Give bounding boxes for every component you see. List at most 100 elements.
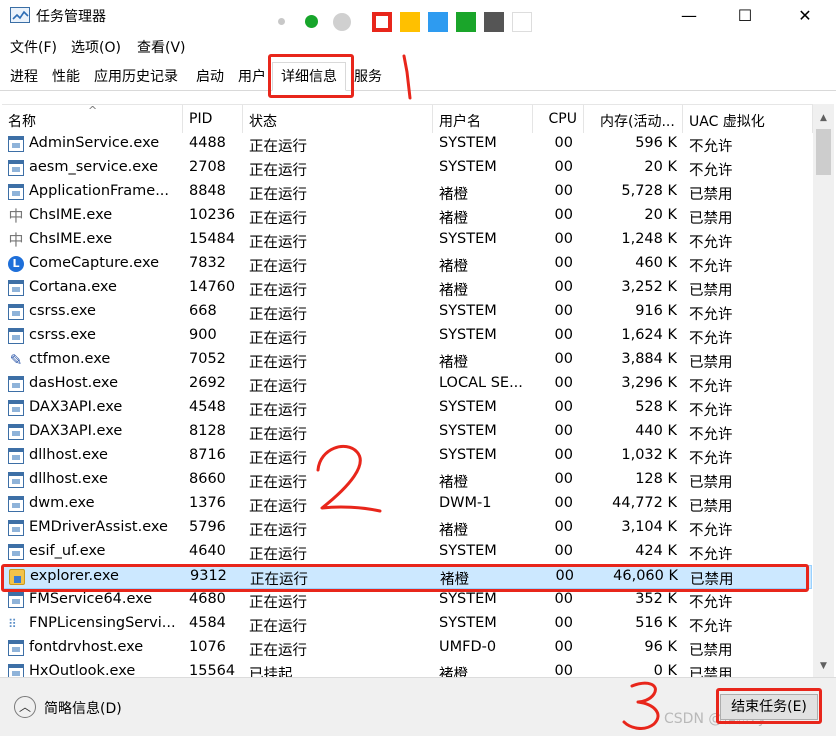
column-header-memory[interactable]: 内存(活动...	[584, 105, 683, 133]
table-row[interactable]: ApplicationFrame... 8848 正在运行 褚橙 00 5,728 K 已禁…	[2, 181, 812, 205]
table-row[interactable]: csrss.exe 668 正在运行 SYSTEM 00 916 K 不允许	[2, 301, 812, 325]
task-manager-icon	[10, 7, 30, 23]
scroll-up-arrow-icon[interactable]: ▲	[813, 110, 834, 127]
process-mem: 20 K	[644, 159, 677, 175]
table-row[interactable]: ⠿ FNPLicensingServi... 4584 正在运行 SYSTEM 00 516…	[2, 613, 812, 637]
column-header-uac[interactable]: UAC 虚拟化	[683, 105, 813, 133]
generic-app-icon	[8, 664, 24, 677]
table-row[interactable]: 中 ChsIME.exe 15484 正在运行 SYSTEM 00 1,248 K 不允许	[2, 229, 812, 253]
column-header-pid[interactable]: PID	[183, 105, 243, 133]
process-name: csrss.exe	[29, 327, 96, 343]
swatch-blue[interactable]	[428, 12, 448, 32]
chevron-up-icon[interactable]: ︿	[14, 696, 36, 718]
tab-app-history[interactable]: 应用历史记录	[94, 66, 178, 86]
table-row[interactable]: dllhost.exe 8660 正在运行 褚橙 00 128 K 已禁用	[2, 469, 812, 493]
generic-app-icon	[8, 400, 24, 416]
process-cpu: 00	[554, 327, 573, 343]
process-user: 褚橙	[439, 355, 468, 371]
column-header-username[interactable]: 用户名	[433, 105, 533, 133]
table-row[interactable]: EMDriverAssist.exe 5796 正在运行 褚橙 00 3,104 K 不允许	[2, 517, 812, 541]
generic-app-icon	[8, 472, 24, 488]
menu-file[interactable]: 文件(F)	[10, 37, 57, 57]
tab-startup[interactable]: 启动	[196, 66, 224, 86]
generic-app-icon	[8, 520, 24, 536]
process-name: HxOutlook.exe	[29, 663, 136, 677]
tab-processes[interactable]: 进程	[10, 66, 38, 86]
process-uac: 不允许	[689, 139, 733, 155]
table-row[interactable]: FMService64.exe 4680 正在运行 SYSTEM 00 352 K 不允许	[2, 589, 812, 613]
process-pid: 4488	[189, 135, 226, 151]
menu-view[interactable]: 查看(V)	[137, 37, 186, 57]
process-pid: 900	[189, 327, 217, 343]
table-row[interactable]: dllhost.exe 8716 正在运行 SYSTEM 00 1,032 K 不允许	[2, 445, 812, 469]
process-user: SYSTEM	[439, 543, 497, 559]
column-header-cpu[interactable]: CPU	[533, 105, 584, 133]
swatch-white-red-outline[interactable]	[372, 12, 392, 32]
column-header-status[interactable]: 状态	[243, 105, 433, 133]
column-label: PID	[189, 111, 213, 127]
process-mem: 460 K	[635, 255, 677, 271]
tab-services[interactable]: 服务	[354, 66, 382, 86]
process-user: SYSTEM	[439, 447, 497, 463]
table-row[interactable]: dasHost.exe 2692 正在运行 LOCAL SE... 00 3,296 K 不…	[2, 373, 812, 397]
process-status: 正在运行	[249, 259, 307, 275]
table-row[interactable]: HxOutlook.exe 15564 已挂起 褚橙 00 0 K 已禁用	[2, 661, 812, 677]
column-header-name[interactable]: ^ 名称	[2, 105, 183, 133]
capture-icon: L	[8, 256, 24, 272]
swatch-white[interactable]	[512, 12, 532, 32]
swatch-green[interactable]	[456, 12, 476, 32]
process-uac: 不允许	[689, 451, 733, 467]
table-row[interactable]: aesm_service.exe 2708 正在运行 SYSTEM 00 20 K 不允许	[2, 157, 812, 181]
tab-performance[interactable]: 性能	[52, 66, 80, 86]
process-mem: 1,248 K	[621, 231, 677, 247]
process-mem: 424 K	[635, 543, 677, 559]
process-status: 正在运行	[249, 379, 307, 395]
process-pid: 15484	[189, 231, 236, 247]
process-cpu: 00	[554, 423, 573, 439]
vertical-scrollbar[interactable]: ▲ ▼	[813, 104, 834, 677]
process-pid: 4640	[189, 543, 226, 559]
table-row[interactable]: DAX3API.exe 4548 正在运行 SYSTEM 00 528 K 不允许	[2, 397, 812, 421]
maximize-button[interactable]: ☐	[716, 0, 774, 30]
minimize-button[interactable]: —	[660, 0, 718, 30]
less-details-link[interactable]: 简略信息(D)	[44, 698, 122, 718]
process-mem: 1,624 K	[621, 327, 677, 343]
process-status: 正在运行	[249, 307, 307, 323]
tab-users[interactable]: 用户	[238, 66, 266, 86]
close-button[interactable]: ✕	[776, 0, 834, 30]
process-uac: 不允许	[689, 403, 733, 419]
scroll-down-arrow-icon[interactable]: ▼	[813, 658, 834, 675]
process-mem: 96 K	[644, 639, 677, 655]
process-cpu: 00	[554, 447, 573, 463]
process-name: FMService64.exe	[29, 591, 153, 607]
scroll-thumb[interactable]	[816, 129, 831, 175]
swatch-yellow[interactable]	[400, 12, 420, 32]
table-row[interactable]: fontdrvhost.exe 1076 正在运行 UMFD-0 00 96 K 已禁用	[2, 637, 812, 661]
generic-app-icon	[8, 496, 24, 512]
process-mem: 916 K	[635, 303, 677, 319]
process-status: 正在运行	[249, 595, 307, 611]
swatch-dark-grey[interactable]	[484, 12, 504, 32]
table-row[interactable]: AdminService.exe 4488 正在运行 SYSTEM 00 596 K 不允许	[2, 133, 812, 157]
generic-app-icon	[8, 592, 24, 608]
table-row[interactable]: dwm.exe 1376 正在运行 DWM-1 00 44,772 K 已禁用	[2, 493, 812, 517]
process-user: 褚橙	[439, 283, 468, 299]
table-row[interactable]: 中 ChsIME.exe 10236 正在运行 褚橙 00 20 K 已禁用	[2, 205, 812, 229]
menu-options[interactable]: 选项(O)	[71, 37, 121, 57]
table-row[interactable]: csrss.exe 900 正在运行 SYSTEM 00 1,624 K 不允许	[2, 325, 812, 349]
process-name: dwm.exe	[29, 495, 95, 511]
process-pid: 8716	[189, 447, 226, 463]
table-row[interactable]: esif_uf.exe 4640 正在运行 SYSTEM 00 424 K 不允许	[2, 541, 812, 565]
process-mem: 596 K	[635, 135, 677, 151]
process-status: 正在运行	[249, 235, 307, 251]
process-pid: 2692	[189, 375, 226, 391]
process-status: 正在运行	[249, 451, 307, 467]
table-row[interactable]: DAX3API.exe 8128 正在运行 SYSTEM 00 440 K 不允许	[2, 421, 812, 445]
process-uac: 已禁用	[689, 211, 733, 227]
table-row[interactable]: Cortana.exe 14760 正在运行 褚橙 00 3,252 K 已禁用	[2, 277, 812, 301]
table-row[interactable]: L ComeCapture.exe 7832 正在运行 褚橙 00 460 K 不允许	[2, 253, 812, 277]
toolbar-dot-grey	[278, 18, 285, 25]
table-row[interactable]: ✎ ctfmon.exe 7052 正在运行 褚橙 00 3,884 K 已禁用	[2, 349, 812, 373]
toolbar-dot-green	[305, 15, 318, 28]
process-status: 正在运行	[249, 403, 307, 419]
